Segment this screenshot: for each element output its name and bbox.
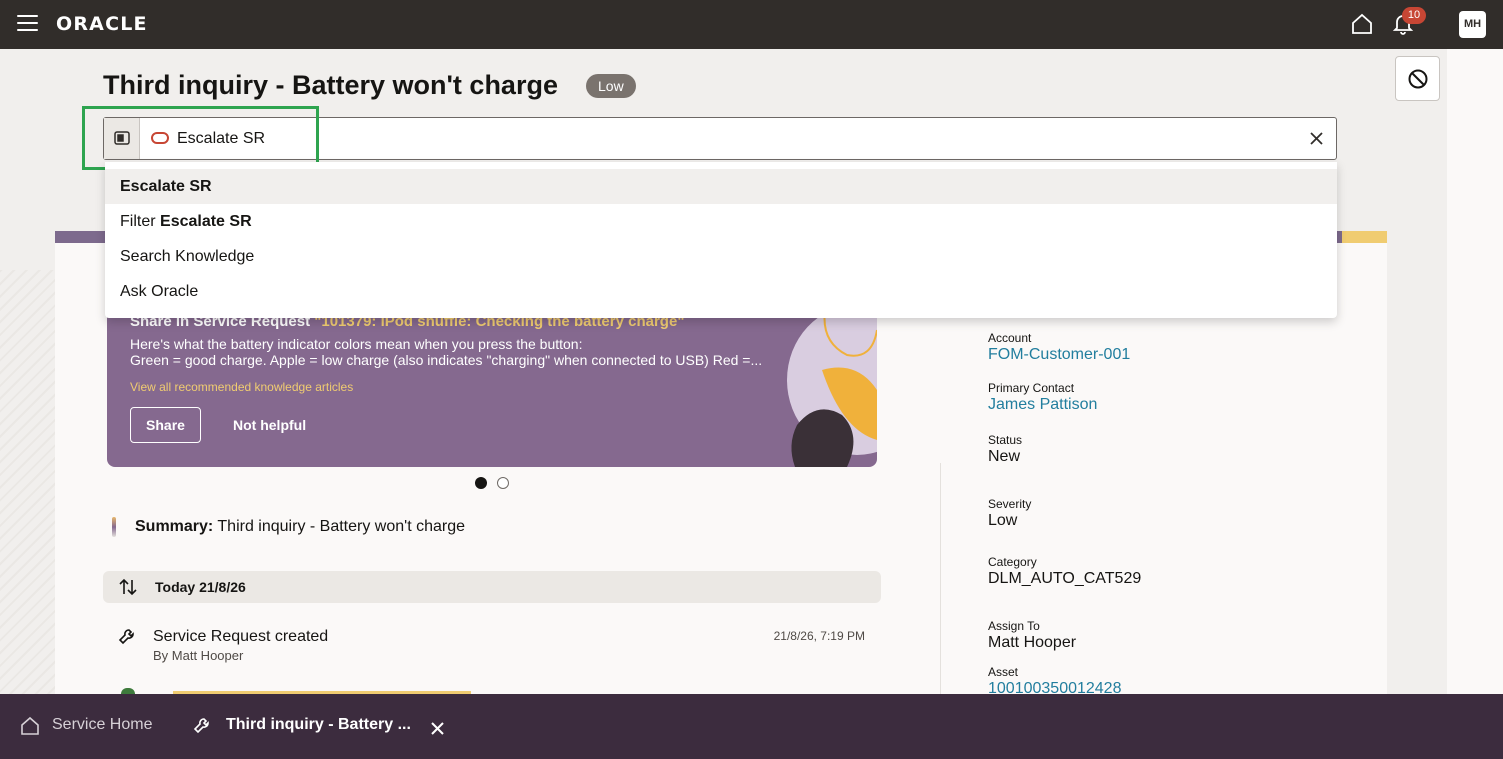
primary-contact-link[interactable]: James Pattison bbox=[988, 396, 1097, 414]
account-link[interactable]: FOM-Customer-001 bbox=[988, 346, 1130, 364]
category-value: DLM_AUTO_CAT529 bbox=[988, 570, 1142, 587]
timeline-date-header: Today 21/8/26 bbox=[103, 571, 881, 603]
card-corner-accent bbox=[1342, 231, 1387, 243]
status-field: Status New bbox=[988, 433, 1022, 466]
primary-contact-field: Primary Contact James Pattison bbox=[988, 381, 1097, 414]
status-value: New bbox=[988, 448, 1021, 465]
carousel-dot-active[interactable] bbox=[475, 477, 487, 489]
priority-badge: Low bbox=[586, 74, 636, 98]
activity-title: Service Request created bbox=[153, 628, 329, 645]
right-rail bbox=[1447, 49, 1503, 694]
field-label: Category bbox=[988, 555, 1037, 569]
sort-icon[interactable] bbox=[119, 578, 137, 596]
knowledge-excerpt-line: Here's what the battery indicator colors… bbox=[130, 336, 583, 352]
tab-label: Service Home bbox=[52, 716, 153, 733]
top-bar: ORACLE 10 MH bbox=[0, 0, 1503, 49]
not-helpful-button[interactable]: Not helpful bbox=[227, 407, 312, 443]
timeline-activity-item[interactable]: Service Request created By Matt Hooper 2… bbox=[118, 626, 868, 670]
tab-current-service-request[interactable]: Third inquiry - Battery ... bbox=[193, 712, 458, 740]
clear-icon[interactable] bbox=[1307, 129, 1326, 148]
close-tab-icon[interactable] bbox=[430, 721, 445, 736]
field-label: Assign To bbox=[988, 619, 1040, 633]
suggestion-filter-term: Escalate SR bbox=[160, 213, 252, 230]
assign-to-field: Assign To Matt Hooper bbox=[988, 619, 1076, 652]
knowledge-excerpt: Here's what the battery indicator colors… bbox=[130, 336, 770, 368]
share-button[interactable]: Share bbox=[130, 407, 201, 443]
assign-to-value: Matt Hooper bbox=[988, 634, 1077, 651]
suggestion-filter-prefix: Filter bbox=[120, 213, 156, 230]
block-icon bbox=[1408, 69, 1428, 89]
severity-value: Low bbox=[988, 512, 1018, 529]
knowledge-excerpt-line: Green = good charge. Apple = low charge … bbox=[130, 352, 763, 368]
summary: Summary: Third inquiry - Battery won't c… bbox=[135, 518, 465, 536]
user-avatar[interactable]: MH bbox=[1459, 11, 1486, 38]
suggestion-escalate-sr[interactable]: Escalate SR bbox=[105, 169, 1337, 204]
knowledge-recommendation-panel: Share in Service Request "101379: iPod s… bbox=[107, 300, 877, 467]
wrench-icon bbox=[193, 718, 209, 734]
summary-text: Third inquiry - Battery won't charge bbox=[217, 518, 466, 535]
focus-highlight-frame bbox=[82, 106, 319, 170]
field-label: Account bbox=[988, 331, 1032, 345]
block-button[interactable] bbox=[1395, 56, 1440, 101]
home-icon[interactable] bbox=[1350, 12, 1374, 36]
hamburger-menu-icon[interactable] bbox=[17, 15, 38, 33]
field-label: Asset bbox=[988, 665, 1019, 679]
suggestion-ask-oracle[interactable]: Ask Oracle bbox=[105, 274, 1337, 309]
field-label: Primary Contact bbox=[988, 381, 1075, 395]
summary-label: Summary: bbox=[135, 518, 214, 535]
severity-field: Severity Low bbox=[988, 497, 1031, 530]
account-field: Account FOM-Customer-001 bbox=[988, 331, 1130, 364]
bottom-tab-bar: Service Home Third inquiry - Battery ... bbox=[0, 694, 1503, 759]
decorative-pattern bbox=[0, 270, 55, 694]
command-suggestions-dropdown: Escalate SR Filter Escalate SR Search Kn… bbox=[105, 162, 1337, 318]
command-input[interactable] bbox=[177, 124, 1277, 153]
suggestion-filter[interactable]: Filter Escalate SR bbox=[105, 204, 1337, 239]
tab-label: Third inquiry - Battery ... bbox=[226, 716, 411, 733]
decorative-artwork bbox=[787, 300, 877, 467]
field-label: Severity bbox=[988, 497, 1032, 511]
column-divider bbox=[940, 463, 941, 706]
oracle-logo: ORACLE bbox=[56, 13, 148, 35]
summary-accent-bar bbox=[112, 517, 116, 537]
timeline-date: Today 21/8/26 bbox=[155, 579, 246, 595]
notification-count-badge: 10 bbox=[1402, 7, 1426, 24]
field-label: Status bbox=[988, 433, 1023, 447]
category-field: Category DLM_AUTO_CAT529 bbox=[988, 555, 1141, 588]
suggestion-search-knowledge[interactable]: Search Knowledge bbox=[105, 239, 1337, 274]
view-all-articles-link[interactable]: View all recommended knowledge articles bbox=[130, 380, 353, 394]
home-icon bbox=[21, 716, 39, 735]
activity-timestamp: 21/8/26, 7:19 PM bbox=[773, 629, 865, 643]
carousel-dot[interactable] bbox=[497, 477, 509, 489]
page-title: Third inquiry - Battery won't charge bbox=[103, 70, 558, 100]
activity-author: By Matt Hooper bbox=[153, 648, 244, 663]
wrench-icon bbox=[118, 629, 134, 645]
